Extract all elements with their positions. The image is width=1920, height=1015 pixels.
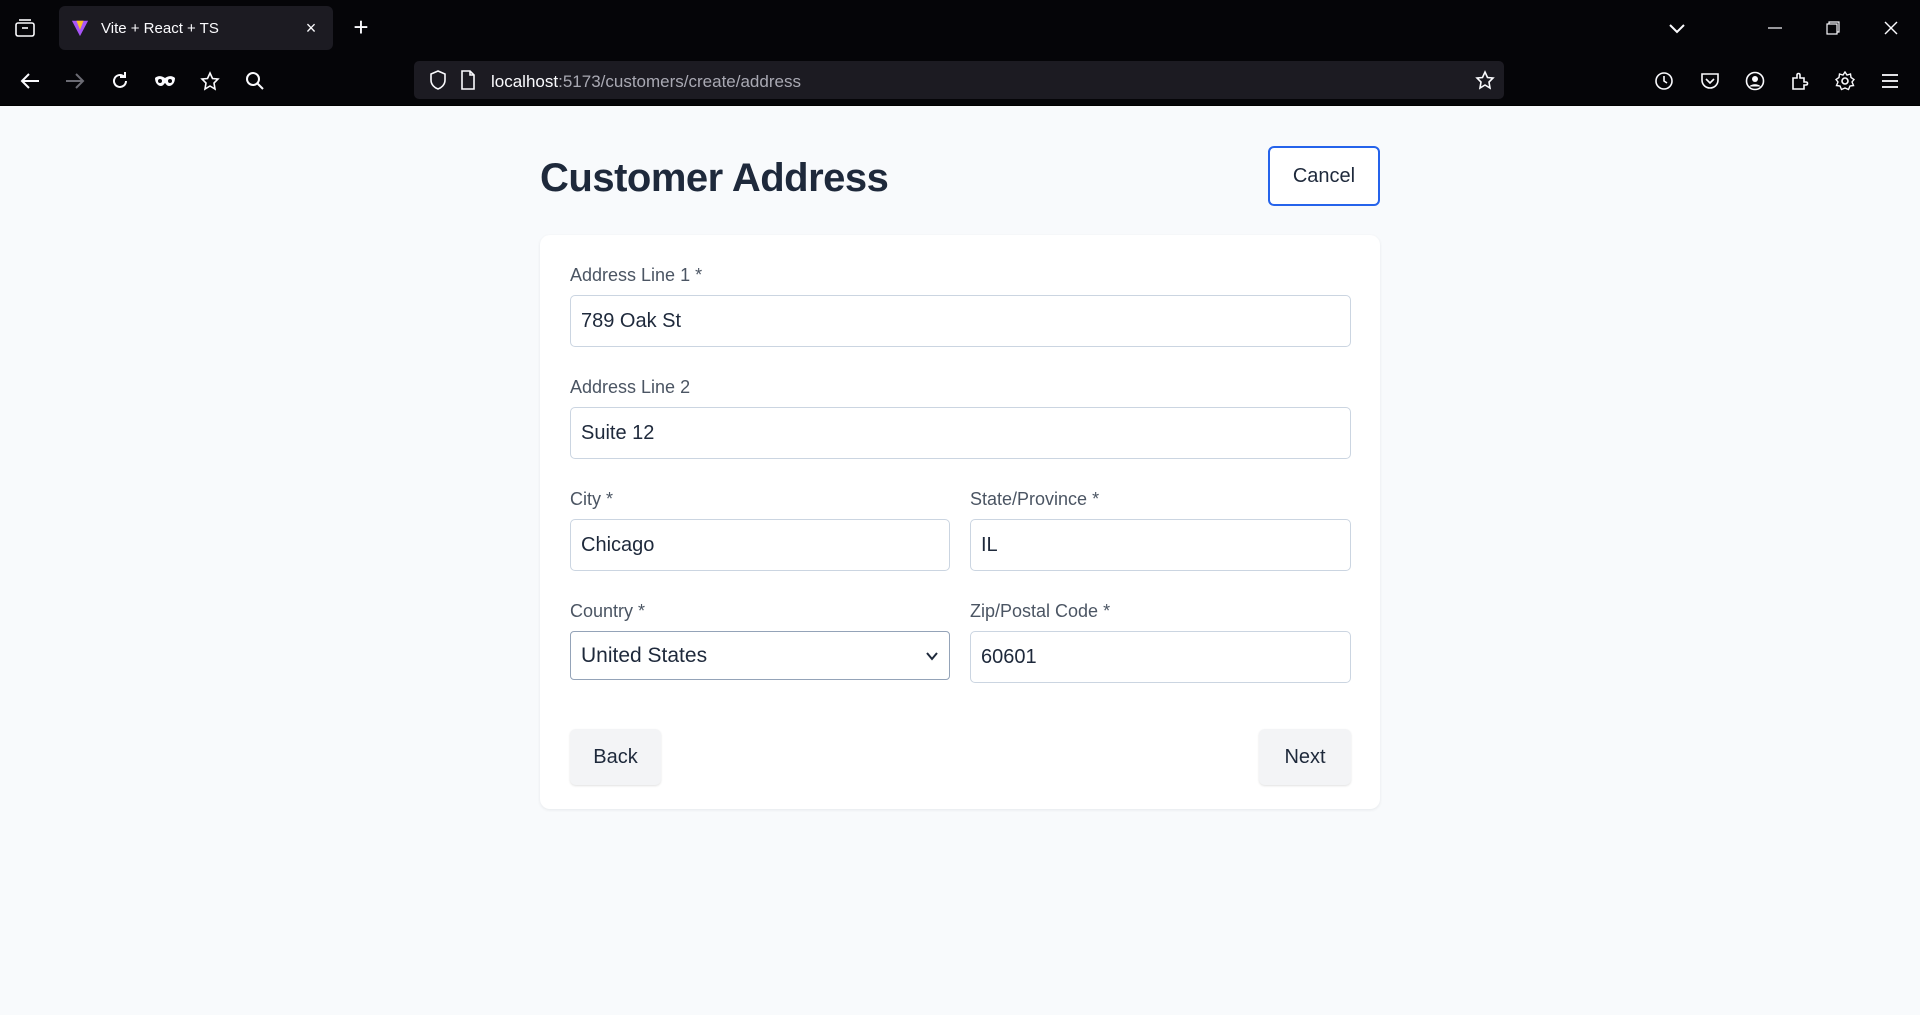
country-select[interactable]: United States bbox=[570, 631, 950, 680]
page-content: Customer Address Cancel Address Line 1 *… bbox=[0, 106, 1920, 1015]
zip-label: Zip/Postal Code * bbox=[970, 601, 1111, 621]
page-title: Customer Address bbox=[540, 156, 889, 200]
bookmark-page-star-icon[interactable] bbox=[1471, 66, 1499, 94]
new-tab-button[interactable]: + bbox=[348, 14, 374, 40]
city-value: Chicago bbox=[581, 533, 655, 556]
address-line-2-label: Address Line 2 bbox=[570, 377, 691, 397]
chevron-down-icon bbox=[926, 651, 938, 661]
state-input[interactable]: IL bbox=[970, 519, 1351, 571]
private-mask-icon[interactable] bbox=[151, 67, 179, 95]
minimize-icon[interactable] bbox=[1746, 0, 1804, 55]
menu-hamburger-icon[interactable] bbox=[1876, 67, 1904, 95]
cancel-button[interactable]: Cancel bbox=[1268, 146, 1380, 206]
active-tab[interactable]: Vite + React + TS × bbox=[59, 6, 333, 50]
bookmark-star-icon[interactable] bbox=[196, 67, 224, 95]
browser-tab-bar: Vite + React + TS × + bbox=[0, 0, 1920, 55]
city-input[interactable]: Chicago bbox=[570, 519, 950, 571]
back-arrow-icon[interactable] bbox=[16, 67, 44, 95]
state-label: State/Province * bbox=[970, 489, 1100, 509]
zip-value: 60601 bbox=[981, 645, 1037, 668]
list-all-tabs-icon[interactable] bbox=[1648, 0, 1706, 55]
address-line-2-input[interactable]: Suite 12 bbox=[570, 407, 1351, 459]
url-bar[interactable]: localhost:5173/customers/create/address bbox=[414, 61, 1504, 99]
state-value: IL bbox=[981, 533, 998, 556]
browser-nav-bar: localhost:5173/customers/create/address bbox=[0, 55, 1920, 106]
tab-list-icon[interactable] bbox=[12, 15, 38, 41]
close-window-icon[interactable] bbox=[1862, 0, 1920, 55]
country-value: United States bbox=[581, 643, 708, 667]
history-clock-icon[interactable] bbox=[1650, 67, 1678, 95]
url-host: localhost bbox=[491, 72, 559, 91]
address-form-card: Address Line 1 * 789 Oak St Address Line… bbox=[540, 235, 1380, 809]
extensions-puzzle-icon[interactable] bbox=[1786, 67, 1814, 95]
page-info-icon[interactable] bbox=[454, 66, 482, 94]
tab-close-icon[interactable]: × bbox=[301, 18, 321, 39]
zip-input[interactable]: 60601 bbox=[970, 631, 1351, 683]
address-line-2-value: Suite 12 bbox=[581, 421, 655, 444]
account-icon[interactable] bbox=[1741, 67, 1769, 95]
url-path: :5173/customers/create/address bbox=[558, 72, 801, 91]
vite-logo-icon bbox=[71, 20, 89, 37]
country-label: Country * bbox=[570, 601, 646, 621]
address-line-1-value: 789 Oak St bbox=[581, 309, 682, 332]
restore-icon[interactable] bbox=[1804, 0, 1862, 55]
pocket-icon[interactable] bbox=[1696, 67, 1724, 95]
back-button[interactable]: Back bbox=[570, 729, 661, 785]
shield-icon[interactable] bbox=[424, 66, 452, 94]
forward-arrow-icon[interactable] bbox=[61, 67, 89, 95]
tab-title: Vite + React + TS bbox=[101, 19, 219, 37]
settings-gear-icon[interactable] bbox=[1831, 67, 1859, 95]
next-button[interactable]: Next bbox=[1259, 729, 1351, 785]
address-line-1-label: Address Line 1 * bbox=[570, 265, 703, 285]
city-label: City * bbox=[570, 489, 614, 509]
reload-icon[interactable] bbox=[106, 67, 134, 95]
address-line-1-input[interactable]: 789 Oak St bbox=[570, 295, 1351, 347]
search-icon[interactable] bbox=[241, 67, 269, 95]
url-text: localhost:5173/customers/create/address bbox=[491, 72, 801, 92]
